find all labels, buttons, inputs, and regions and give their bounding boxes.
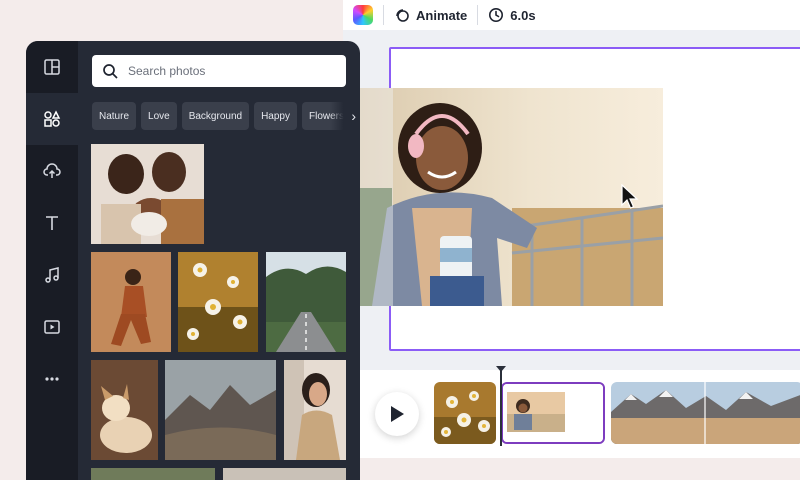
tag-chip-background[interactable]: Background (181, 102, 250, 130)
photo-mountains[interactable] (165, 360, 276, 460)
daisies-thumbnail (434, 382, 496, 444)
tag-chip-love[interactable]: Love (141, 102, 177, 130)
duration-button[interactable]: 6.0s (488, 7, 536, 23)
timeline-clip-daisies[interactable] (434, 382, 496, 444)
rail-item-elements[interactable] (26, 93, 78, 145)
layout-icon (44, 59, 60, 75)
clock-icon (489, 8, 504, 22)
toolbar-divider (383, 5, 384, 25)
mountains-thumbnail (611, 382, 800, 444)
photo-partial-2[interactable] (223, 468, 346, 480)
music-icon (45, 267, 59, 283)
tag-chip-nature[interactable]: Nature (92, 102, 137, 130)
video-icon (44, 320, 60, 334)
rail-item-uploads[interactable] (26, 145, 78, 197)
woman-orange-outfit-photo (91, 252, 171, 352)
woman-portrait-photo (284, 360, 346, 460)
photos-side-panel: Nature Love Background Happy Flowers › (26, 41, 360, 480)
animate-label: Animate (416, 7, 468, 23)
animate-icon (396, 9, 409, 22)
rail-item-text[interactable] (26, 197, 78, 249)
photo-search-box[interactable] (92, 55, 346, 87)
tag-chips-row: Nature Love Background Happy Flowers (92, 102, 360, 132)
photo-partial-1[interactable] (91, 468, 215, 480)
photo-family[interactable] (91, 144, 204, 244)
duration-label: 6.0s (510, 7, 536, 23)
mountains-photo (165, 360, 276, 460)
dog-photo (91, 360, 158, 460)
color-picker-swatch[interactable] (353, 5, 373, 25)
photo-forest-road[interactable] (266, 252, 346, 352)
editor-toolbar: Animate 6.0s (343, 0, 800, 30)
chevron-right-icon[interactable]: › (330, 102, 360, 130)
search-icon (103, 64, 118, 79)
rail-item-audio[interactable] (26, 249, 78, 301)
search-input[interactable] (126, 63, 330, 79)
family-photo (91, 144, 204, 244)
toolbar-divider (477, 5, 479, 25)
rail-item-layout[interactable] (26, 41, 78, 93)
photo-woman-orange-outfit[interactable] (91, 252, 171, 352)
rail-item-videos[interactable] (26, 301, 78, 353)
rail-item-more[interactable] (26, 353, 78, 405)
photo-daisies[interactable] (178, 252, 258, 352)
side-rail (26, 41, 78, 480)
forest-road-photo (266, 252, 346, 352)
timeline-clip-woman-headphones[interactable] (501, 382, 605, 444)
mouse-pointer-icon (621, 184, 639, 209)
photo-woman-portrait[interactable] (284, 360, 346, 460)
text-icon (46, 216, 58, 230)
timeline-clip-mountains[interactable] (611, 382, 800, 444)
tag-chip-happy[interactable]: Happy (254, 102, 297, 130)
timeline-playhead[interactable] (500, 368, 502, 446)
more-icon (45, 377, 59, 381)
elements-icon (44, 110, 61, 127)
woman-headphones-thumbnail (503, 384, 603, 442)
partial-photo (223, 468, 346, 480)
play-icon (391, 406, 404, 422)
partial-photo (91, 468, 215, 480)
daisies-photo (178, 252, 258, 352)
animate-button[interactable]: Animate (394, 7, 467, 23)
play-button[interactable] (375, 392, 419, 436)
upload-cloud-icon (43, 163, 61, 178)
photo-dog[interactable] (91, 360, 158, 460)
